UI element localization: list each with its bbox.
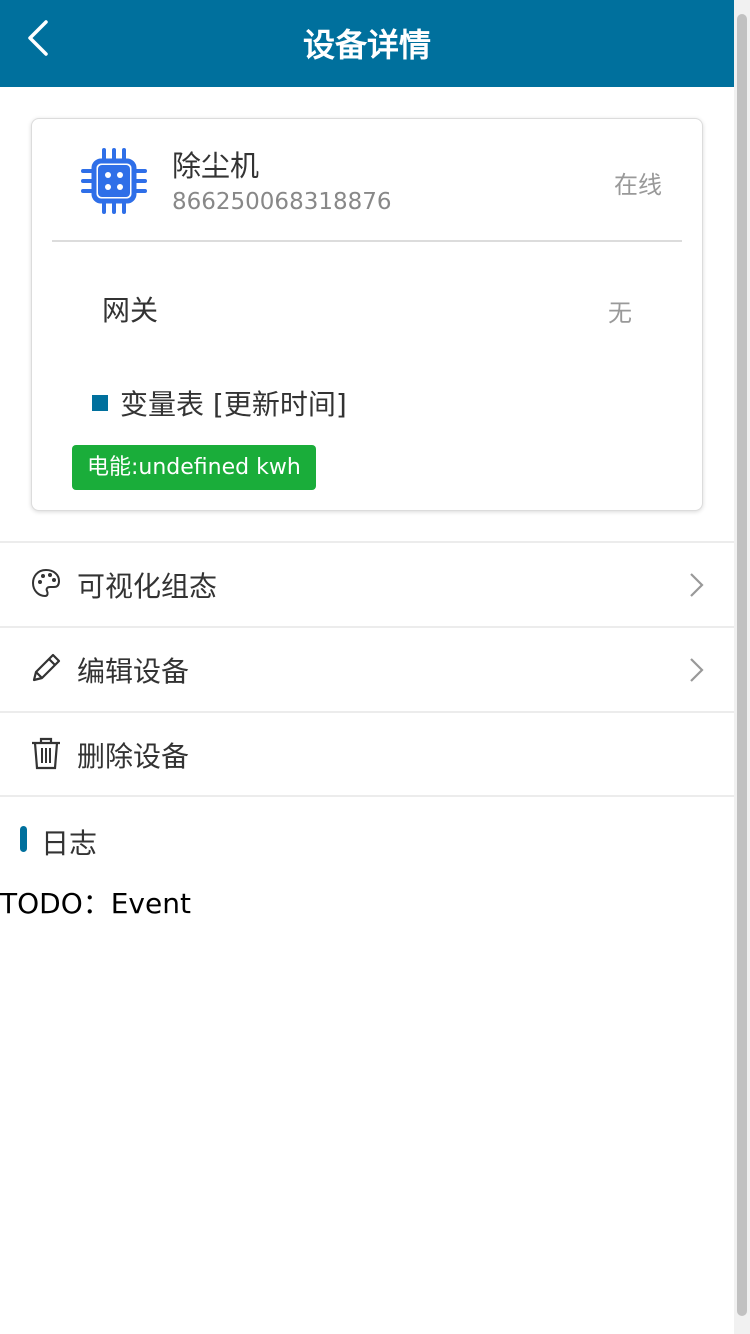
device-id: 866250068318876 xyxy=(172,189,392,215)
page-title: 设备详情 xyxy=(302,26,431,64)
gateway-label: 网关 xyxy=(102,294,159,327)
chevron-right-icon xyxy=(690,658,704,682)
gateway-value: 无 xyxy=(608,299,632,327)
device-card: 除尘机 866250068318876 在线 网关 无 变量表 [更新时间] 电… xyxy=(31,118,703,511)
variable-table-title: 变量表 [更新时间] xyxy=(120,388,347,421)
trash-icon xyxy=(32,737,60,770)
status-badge: 在线 xyxy=(614,171,662,199)
energy-badge: 电能:undefined kwh xyxy=(72,445,316,490)
log-section-title: 日志 xyxy=(41,827,98,860)
square-bullet-icon xyxy=(92,395,108,411)
device-name: 除尘机 xyxy=(172,149,260,183)
menu-item-visualization[interactable]: 可视化组态 xyxy=(0,541,734,627)
divider xyxy=(52,240,682,242)
pencil-icon xyxy=(32,653,61,682)
section-marker xyxy=(20,826,27,852)
menu-item-label: 可视化组态 xyxy=(77,570,218,603)
chip-icon xyxy=(81,148,147,214)
chevron-right-icon xyxy=(690,573,704,597)
menu-item-label: 删除设备 xyxy=(77,740,190,773)
menu-item-delete-device[interactable]: 删除设备 xyxy=(0,711,734,797)
menu-item-edit-device[interactable]: 编辑设备 xyxy=(0,626,734,712)
app-header: 设备详情 xyxy=(0,0,734,87)
log-content: TODO：Event xyxy=(0,887,191,920)
divider xyxy=(0,795,734,797)
menu-item-label: 编辑设备 xyxy=(77,655,190,688)
variable-table-heading: 变量表 [更新时间] xyxy=(92,383,347,423)
palette-icon xyxy=(31,568,61,598)
scrollbar-thumb[interactable] xyxy=(737,14,747,1316)
